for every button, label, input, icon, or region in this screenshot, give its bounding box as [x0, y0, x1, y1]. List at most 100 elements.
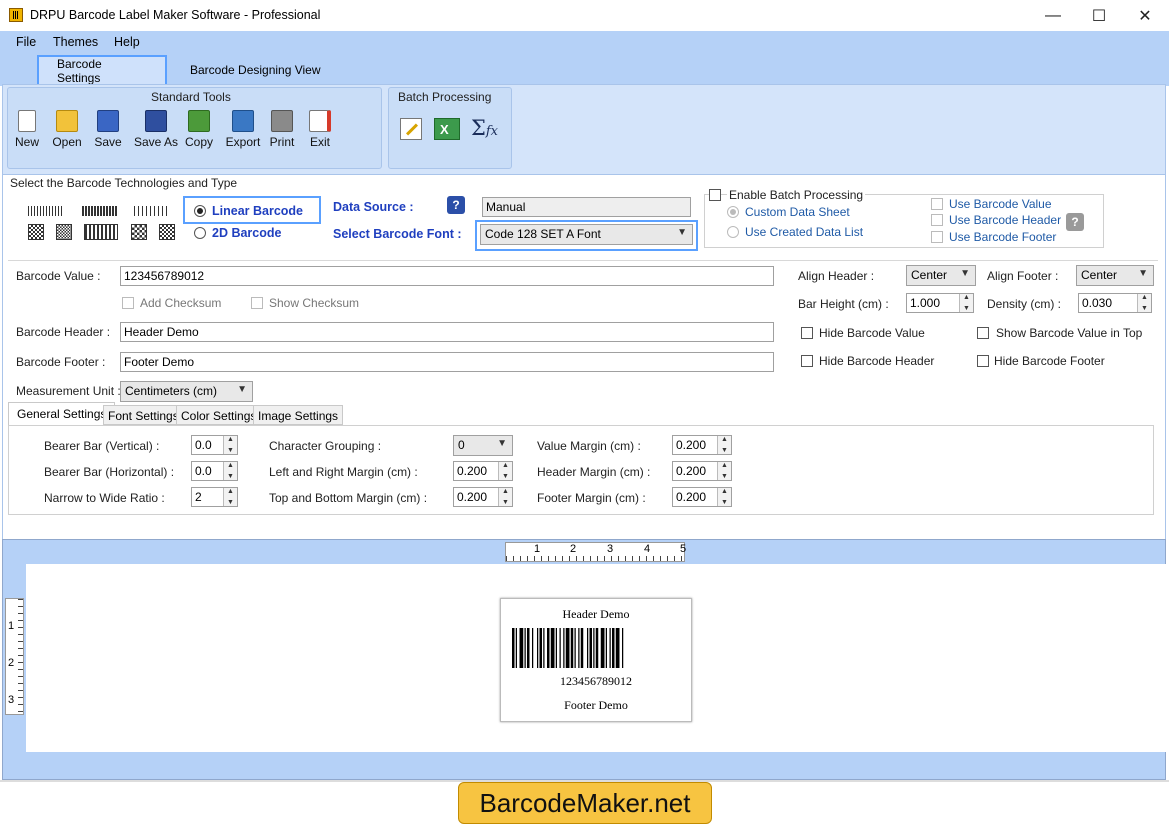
- hide-barcode-header-label[interactable]: Hide Barcode Header: [819, 354, 934, 368]
- lr-margin-spinner[interactable]: 0.200: [453, 461, 513, 481]
- narrow-wide-ratio-spinner[interactable]: 2: [191, 487, 238, 507]
- technologies-label: Select the Barcode Technologies and Type: [10, 176, 238, 190]
- menu-themes[interactable]: Themes: [53, 35, 98, 49]
- spinner-arrows-icon[interactable]: [717, 436, 731, 454]
- density-spinner[interactable]: 0.030: [1078, 293, 1152, 313]
- tab-color-settings[interactable]: Color Settings: [176, 405, 262, 425]
- linear-barcode-radio[interactable]: [194, 205, 206, 217]
- spinner-arrows-icon[interactable]: [959, 294, 973, 312]
- save-disk-icon: [97, 110, 119, 132]
- copy-button[interactable]: Copy: [180, 110, 218, 149]
- header-margin-label: Header Margin (cm) :: [537, 465, 651, 479]
- spinner-arrows-icon[interactable]: [223, 436, 237, 454]
- data-source-field[interactable]: Manual: [482, 197, 691, 217]
- hide-barcode-value-label[interactable]: Hide Barcode Value: [819, 326, 925, 340]
- export-button[interactable]: Export: [222, 110, 264, 149]
- barcode-font-select[interactable]: Code 128 SET A Font ▼: [480, 224, 693, 245]
- character-grouping-select[interactable]: 0 ▼: [453, 435, 513, 456]
- created-data-list-label: Use Created Data List: [745, 225, 864, 239]
- show-value-top-label[interactable]: Show Barcode Value in Top: [996, 326, 1142, 340]
- header-margin-spinner[interactable]: 0.200: [672, 461, 732, 481]
- help-icon[interactable]: ?: [447, 196, 465, 214]
- tab-image-settings[interactable]: Image Settings: [253, 405, 344, 425]
- preview-footer-text: Footer Demo: [564, 698, 628, 712]
- barcode-bar: [622, 628, 624, 668]
- tab-barcode-settings[interactable]: Barcode Settings: [37, 55, 167, 85]
- spinner-arrows-icon[interactable]: [223, 488, 237, 506]
- 2d-barcode-radio[interactable]: [194, 227, 206, 239]
- enable-batch-checkbox[interactable]: [709, 189, 721, 201]
- barcode-bar: [543, 628, 545, 668]
- minimize-button[interactable]: —: [1030, 0, 1076, 31]
- use-barcode-value-label: Use Barcode Value: [949, 197, 1052, 211]
- tab-font-settings[interactable]: Font Settings: [103, 405, 184, 425]
- close-button[interactable]: ✕: [1122, 0, 1168, 31]
- show-value-top-checkbox[interactable]: [977, 327, 989, 339]
- brand-banner: BarcodeMaker.net: [458, 782, 712, 824]
- hide-barcode-footer-checkbox[interactable]: [977, 355, 989, 367]
- barcode-header-input[interactable]: Header Demo: [120, 322, 774, 342]
- tb-margin-spinner[interactable]: 0.200: [453, 487, 513, 507]
- linear-barcode-label[interactable]: Linear Barcode: [212, 204, 303, 218]
- menu-help[interactable]: Help: [114, 35, 140, 49]
- spinner-arrows-icon[interactable]: [223, 462, 237, 480]
- menu-file[interactable]: File: [16, 35, 36, 49]
- value-margin-spinner[interactable]: 0.200: [672, 435, 732, 455]
- hide-barcode-value-checkbox[interactable]: [801, 327, 813, 339]
- bearer-vertical-spinner[interactable]: 0.0: [191, 435, 238, 455]
- use-barcode-header-checkbox[interactable]: [931, 214, 943, 226]
- edit-batch-icon[interactable]: [400, 118, 422, 140]
- spinner-arrows-icon[interactable]: [717, 462, 731, 480]
- batch-help-icon[interactable]: ?: [1066, 213, 1084, 231]
- vertical-ruler: 1 2 3: [5, 598, 24, 715]
- add-checksum-checkbox[interactable]: [122, 297, 134, 309]
- save-as-button[interactable]: Save As: [133, 110, 179, 149]
- tab-general-settings[interactable]: General Settings: [8, 402, 116, 426]
- chevron-down-icon: ▼: [237, 384, 247, 395]
- measurement-unit-select[interactable]: Centimeters (cm) ▼: [120, 381, 253, 402]
- spinner-arrows-icon[interactable]: [1137, 294, 1151, 312]
- custom-data-sheet-radio[interactable]: [727, 206, 739, 218]
- use-barcode-value-checkbox[interactable]: [931, 198, 943, 210]
- exit-button[interactable]: Exit: [301, 110, 339, 149]
- barcode-bar: [563, 628, 565, 668]
- copy-icon: [188, 110, 210, 132]
- align-footer-select[interactable]: Center ▼: [1076, 265, 1154, 286]
- chevron-down-icon: ▼: [960, 268, 970, 279]
- bearer-horizontal-spinner[interactable]: 0.0: [191, 461, 238, 481]
- barcode-value-input[interactable]: 123456789012: [120, 266, 774, 286]
- hide-barcode-header-checkbox[interactable]: [801, 355, 813, 367]
- maximize-button[interactable]: ☐: [1076, 0, 1122, 31]
- data-source-label: Data Source :: [333, 200, 414, 214]
- bar-height-spinner[interactable]: 1.000: [906, 293, 974, 313]
- created-data-list-radio[interactable]: [727, 226, 739, 238]
- spinner-arrows-icon[interactable]: [498, 462, 512, 480]
- linear-barcode-icon: [82, 206, 118, 216]
- spinner-arrows-icon[interactable]: [717, 488, 731, 506]
- excel-import-icon[interactable]: X: [434, 118, 460, 140]
- standard-tools-title: Standard Tools: [151, 90, 231, 104]
- open-button[interactable]: Open: [48, 110, 86, 149]
- align-header-select[interactable]: Center ▼: [906, 265, 976, 286]
- save-button[interactable]: Save: [89, 110, 127, 149]
- use-barcode-footer-checkbox[interactable]: [931, 231, 943, 243]
- enable-batch-label[interactable]: Enable Batch Processing: [727, 188, 866, 202]
- spinner-arrows-icon[interactable]: [498, 488, 512, 506]
- qr-code-icon: [28, 224, 44, 240]
- density-label: Density (cm) :: [987, 297, 1062, 311]
- show-checksum-checkbox[interactable]: [251, 297, 263, 309]
- horizontal-ruler: 1 2 3 4 5: [505, 542, 686, 562]
- barcode-bar: [524, 628, 526, 668]
- 2d-barcode-label[interactable]: 2D Barcode: [212, 226, 281, 240]
- sigma-fx-icon[interactable]: Σfx: [471, 116, 501, 142]
- new-button[interactable]: New: [8, 110, 46, 149]
- barcode-bar: [589, 628, 592, 668]
- barcode-footer-input[interactable]: Footer Demo: [120, 352, 774, 372]
- tab-barcode-designing-view[interactable]: Barcode Designing View: [172, 55, 339, 85]
- menu-bar: [0, 31, 1169, 53]
- footer-margin-spinner[interactable]: 0.200: [672, 487, 732, 507]
- barcode-bar: [580, 628, 584, 668]
- hide-barcode-footer-label[interactable]: Hide Barcode Footer: [994, 354, 1105, 368]
- print-button[interactable]: Print: [263, 110, 301, 149]
- barcode-bar: [515, 628, 517, 668]
